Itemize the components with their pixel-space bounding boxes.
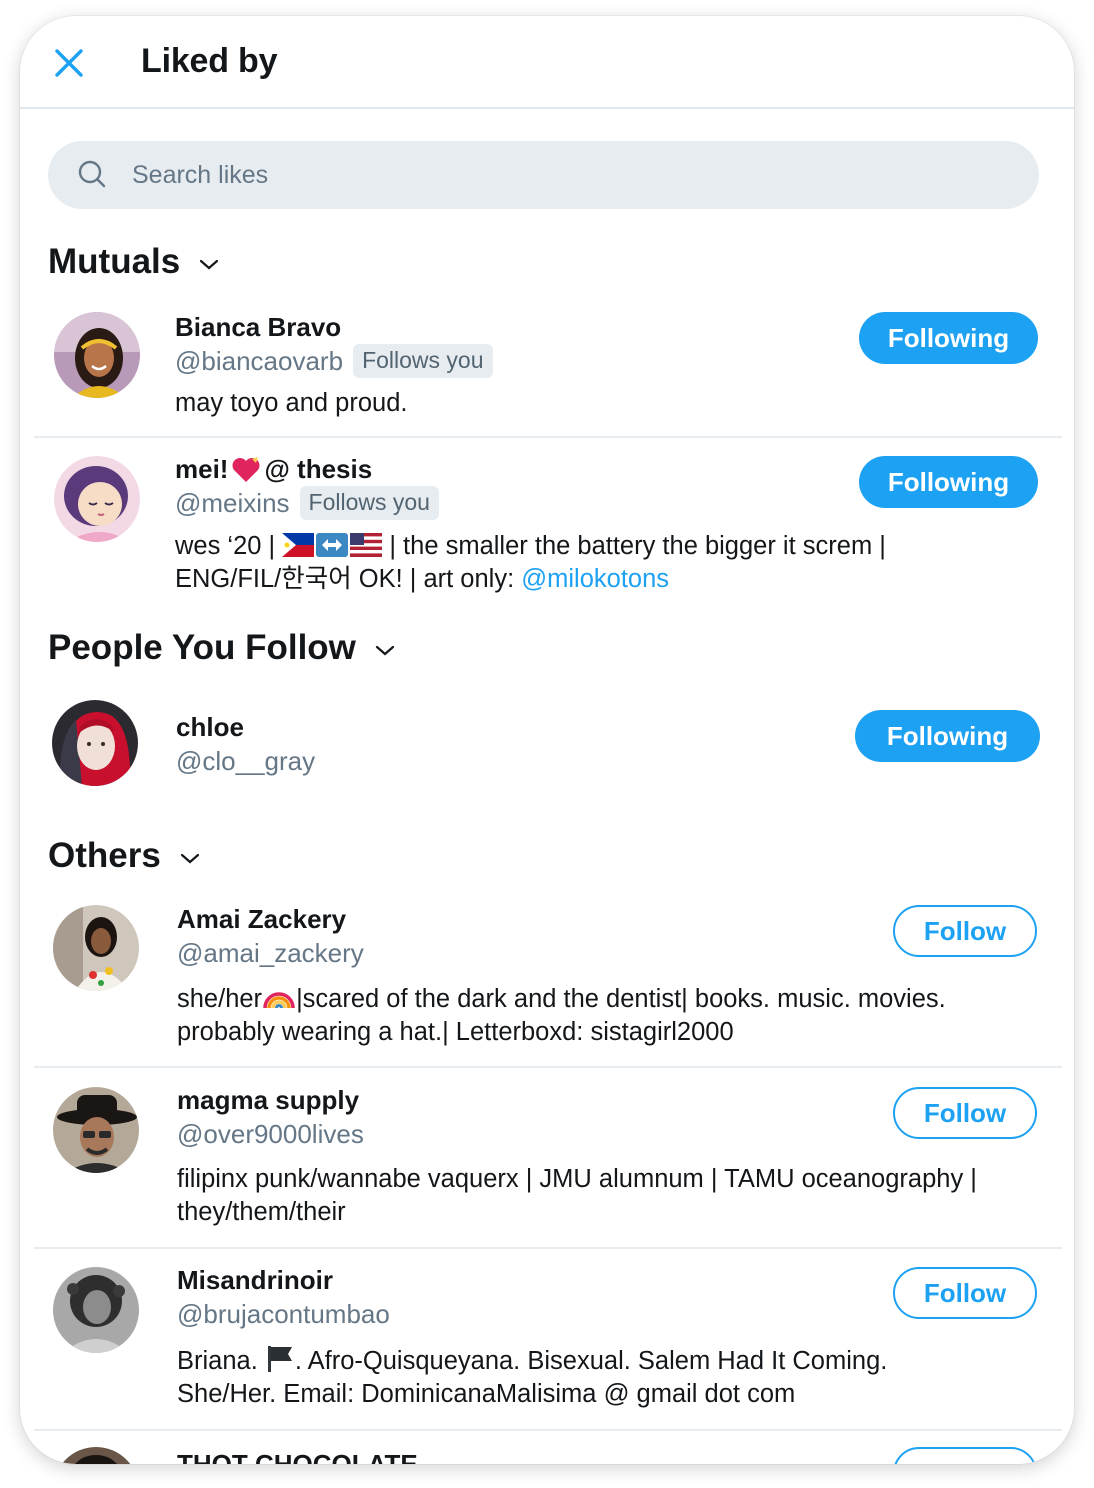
avatar[interactable] [53,905,139,991]
section-title: People You Follow [48,628,356,667]
left-right-arrow-icon [316,533,349,557]
section-mutuals[interactable]: Mutuals [48,242,222,282]
user-cell[interactable]: magma supply @over9000lives filipinx pun… [34,1070,1062,1249]
section-people-you-follow[interactable]: People You Follow [48,628,398,668]
user-cell[interactable]: Misandrinoir @brujacontumbao Briana. . A… [34,1251,1062,1431]
bio-text: Briana. [177,1347,265,1375]
black-flag-icon [267,1346,292,1372]
user-name[interactable]: chloe [176,712,244,743]
following-button[interactable]: Following [855,710,1040,762]
bio-mention-link[interactable]: @milokotons [521,565,669,593]
us-flag-icon [350,533,383,557]
avatar[interactable] [53,1447,139,1464]
user-cell[interactable]: Bianca Bravo @biancaovarb Follows you ma… [34,298,1062,438]
user-cell[interactable]: Amai Zackery @amai_zackery she/her |scare… [34,892,1062,1068]
user-name-row[interactable]: mei! @ thesis [175,454,372,485]
user-name[interactable]: Misandrinoir [177,1265,333,1296]
section-title: Others [48,836,161,875]
handle-row: @amai_zackery [177,938,364,969]
search-icon [78,160,106,188]
follow-button[interactable]: Follow [893,1087,1037,1139]
user-bio: Briana. . Afro-Quisqueyana. Bisexual. Sa… [177,1344,1057,1411]
handle-row: @biancaovarb Follows you [175,344,493,378]
user-name[interactable]: mei! [175,454,228,485]
bio-text: they/them/their [177,1198,346,1226]
dialog-header: Liked by [20,16,1074,109]
chevron-down-icon [375,645,394,656]
user-handle[interactable]: @over9000lives [177,1119,364,1150]
search-input[interactable] [132,155,1012,195]
bio-text: she/her [177,985,263,1013]
bio-text: filipinx punk/wannabe vaquerx | JMU alum… [177,1165,977,1193]
user-handle[interactable]: @biancaovarb [175,346,343,377]
user-handle[interactable]: @amai_zackery [177,938,364,969]
user-bio: wes ‘20 | | the smaller the battery the … [175,530,1035,596]
user-name-suffix[interactable]: @ thesis [264,454,372,485]
avatar[interactable] [52,700,138,786]
bio-text: probably wearing a hat.| Letterboxd: sis… [177,1018,734,1046]
follow-button[interactable] [893,1447,1037,1464]
avatar[interactable] [54,456,140,542]
user-handle[interactable]: @meixins [175,488,290,519]
bio-text: wes ‘20 | [175,532,283,560]
bio-text: |scared of the dark and the dentist| boo… [296,985,946,1013]
user-bio: may toyo and proud. [175,389,408,417]
user-cell[interactable]: chloe @clo__gray Following [34,686,1062,806]
user-cell[interactable]: mei! @ thesis @meixins Follows you wes ‘… [34,440,1062,610]
liked-by-dialog: Liked by Mutuals Bianca Bravo [20,16,1074,1464]
rainbow-icon [263,992,295,1009]
avatar[interactable] [53,1087,139,1173]
follows-you-badge: Follows you [353,344,493,378]
user-name[interactable]: magma supply [177,1085,359,1116]
follow-button[interactable]: Follow [893,905,1037,957]
avatar[interactable] [53,1267,139,1353]
handle-row: @brujacontumbao [177,1299,390,1330]
handle-row: @clo__gray [176,746,315,777]
user-handle[interactable]: @brujacontumbao [177,1299,390,1330]
user-bio: filipinx punk/wannabe vaquerx | JMU alum… [177,1163,1062,1229]
user-cell[interactable]: THOT CHOCOLATE [34,1433,1062,1464]
chevron-down-icon [200,259,219,270]
avatar[interactable] [54,312,140,398]
bio-text: . Afro-Quisqueyana. Bisexual. Salem Had … [294,1347,888,1375]
chevron-down-icon [180,853,199,864]
handle-row: @over9000lives [177,1119,364,1150]
bio-text: | the smaller the battery the bigger it … [382,532,886,560]
search-bar[interactable] [48,141,1039,209]
follows-you-badge: Follows you [299,486,439,520]
following-button[interactable]: Following [859,312,1038,364]
section-title: Mutuals [48,242,181,281]
philippines-flag-icon [282,533,315,557]
close-icon [55,49,83,77]
bio-text: She/Her. Email: DominicanaMalisima @ gma… [177,1380,796,1408]
following-button[interactable]: Following [859,456,1038,508]
handle-row: @meixins Follows you [175,486,439,520]
user-name[interactable]: THOT CHOCOLATE [177,1449,418,1464]
user-handle[interactable]: @clo__gray [176,746,315,777]
section-others[interactable]: Others [48,836,203,876]
follow-button[interactable]: Follow [893,1267,1037,1319]
user-name[interactable]: Bianca Bravo [175,312,341,343]
bio-text: ENG/FIL/한국어 OK! | art only: [175,565,522,593]
user-name[interactable]: Amai Zackery [177,904,346,935]
dialog-title: Liked by [141,42,278,80]
heart-emoji-icon [232,456,260,482]
close-button[interactable] [50,44,88,82]
user-bio: she/her |scared of the dark and the denti… [177,982,1057,1049]
